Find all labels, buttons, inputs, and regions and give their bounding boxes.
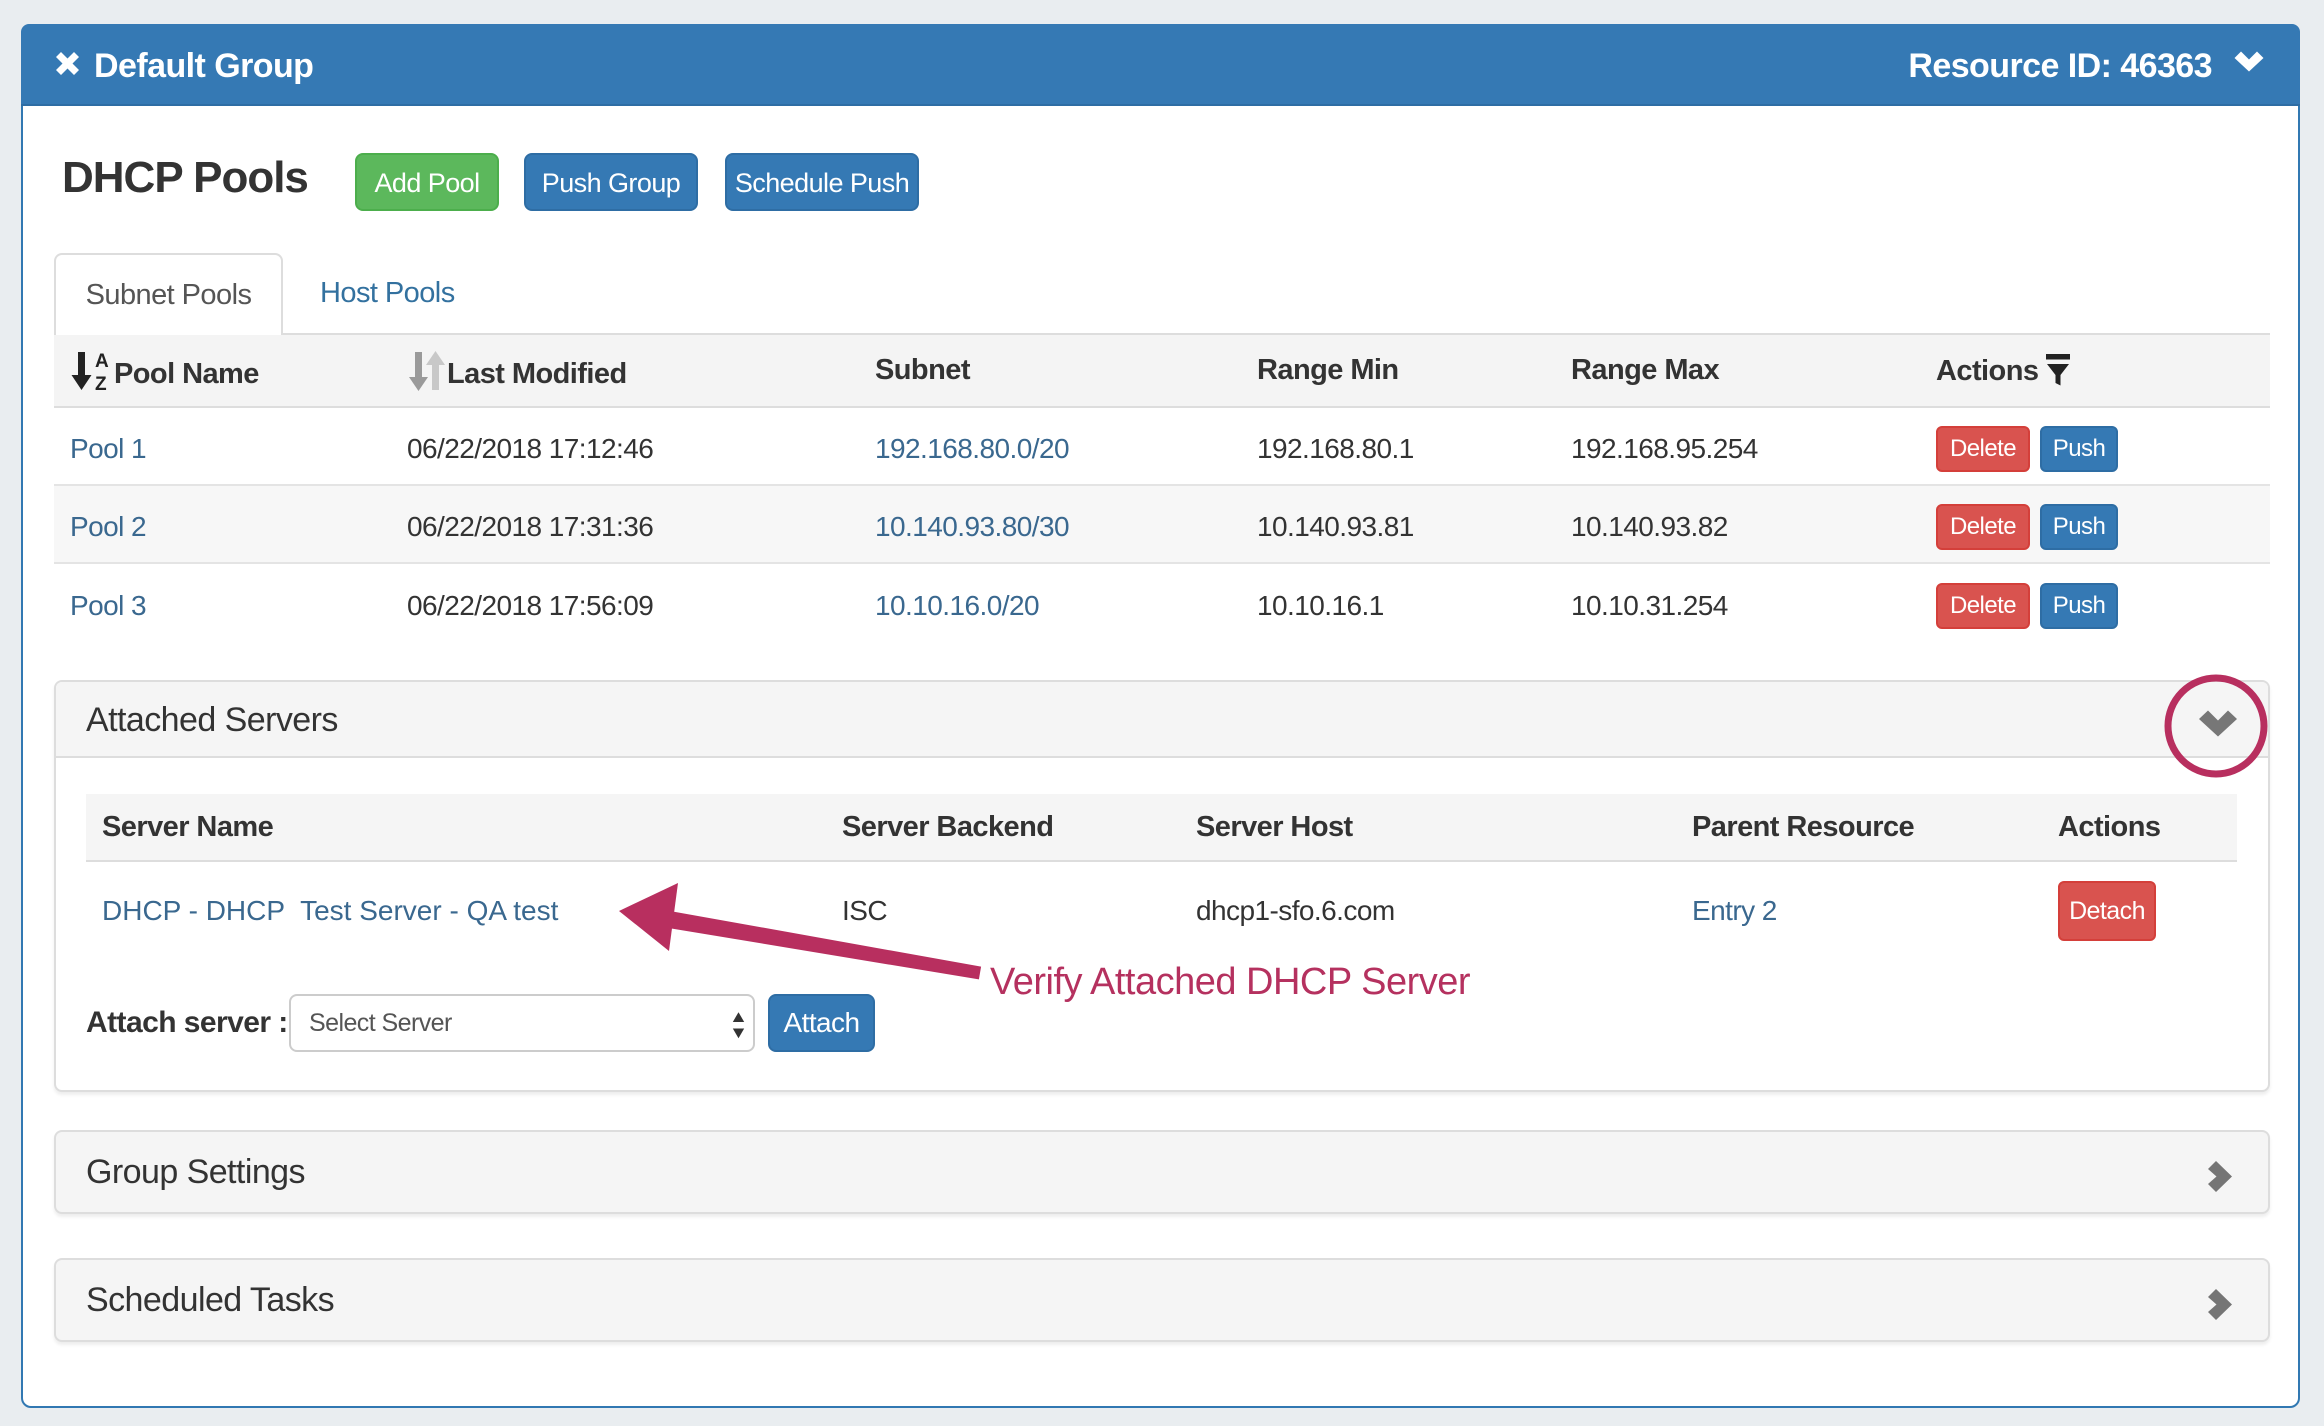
svg-text:A: A <box>95 351 109 372</box>
svg-text:Z: Z <box>95 374 107 392</box>
